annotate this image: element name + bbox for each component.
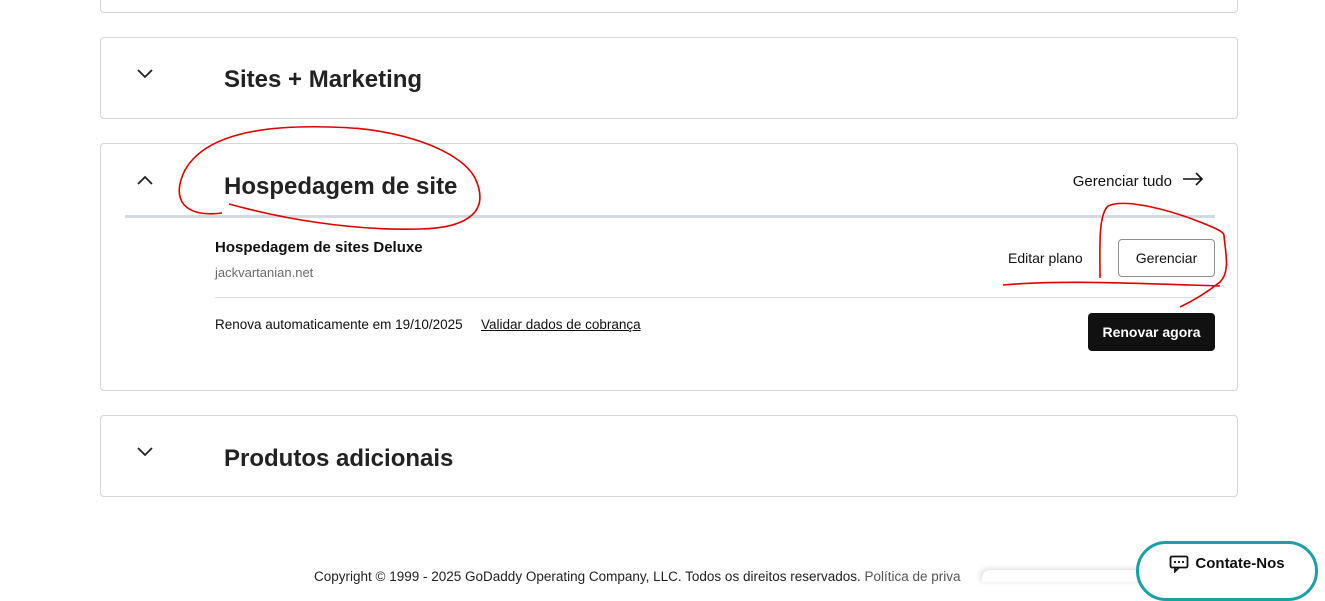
section-additional-products: Produtos adicionais: [100, 415, 1238, 497]
section-hosting: Hospedagem de site Gerenciar tudo Hosped…: [100, 143, 1238, 391]
edit-plan-link[interactable]: Editar plano: [1008, 250, 1083, 266]
arrow-right-icon: [1182, 172, 1204, 190]
auto-renew-text: Renova automaticamente em 19/10/2025: [215, 317, 463, 332]
chat-icon: [1169, 555, 1189, 577]
renew-now-button[interactable]: Renovar agora: [1088, 313, 1215, 351]
section-title-additional-products[interactable]: Produtos adicionais: [224, 445, 453, 473]
section-divider: [125, 215, 1215, 218]
manage-all-link[interactable]: Gerenciar tudo: [1073, 172, 1204, 190]
footer-copyright: Copyright © 1999 - 2025 GoDaddy Operatin…: [314, 569, 961, 584]
product-divider: [215, 297, 1215, 298]
copyright-text: Copyright © 1999 - 2025 GoDaddy Operatin…: [314, 569, 861, 584]
section-sites-marketing: Sites + Marketing: [100, 37, 1238, 119]
privacy-link[interactable]: Política de priva: [865, 569, 961, 584]
chevron-down-icon[interactable]: [131, 438, 159, 466]
product-name: Hospedagem de sites Deluxe: [215, 239, 423, 256]
validate-billing-link[interactable]: Validar dados de cobrança: [481, 317, 641, 332]
section-title-sites-marketing[interactable]: Sites + Marketing: [224, 66, 422, 94]
manage-all-label: Gerenciar tudo: [1072, 172, 1172, 190]
contact-us-button[interactable]: Contate-Nos: [1136, 541, 1318, 601]
section-title-hosting[interactable]: Hospedagem de site: [224, 173, 457, 201]
contact-us-label: Contate-Nos: [1195, 555, 1285, 572]
chevron-up-icon[interactable]: [131, 166, 159, 194]
chevron-down-icon[interactable]: [131, 60, 159, 88]
previous-section-card: [100, 0, 1238, 13]
product-domain: jackvartanian.net: [215, 265, 314, 280]
manage-button[interactable]: Gerenciar: [1118, 239, 1215, 277]
